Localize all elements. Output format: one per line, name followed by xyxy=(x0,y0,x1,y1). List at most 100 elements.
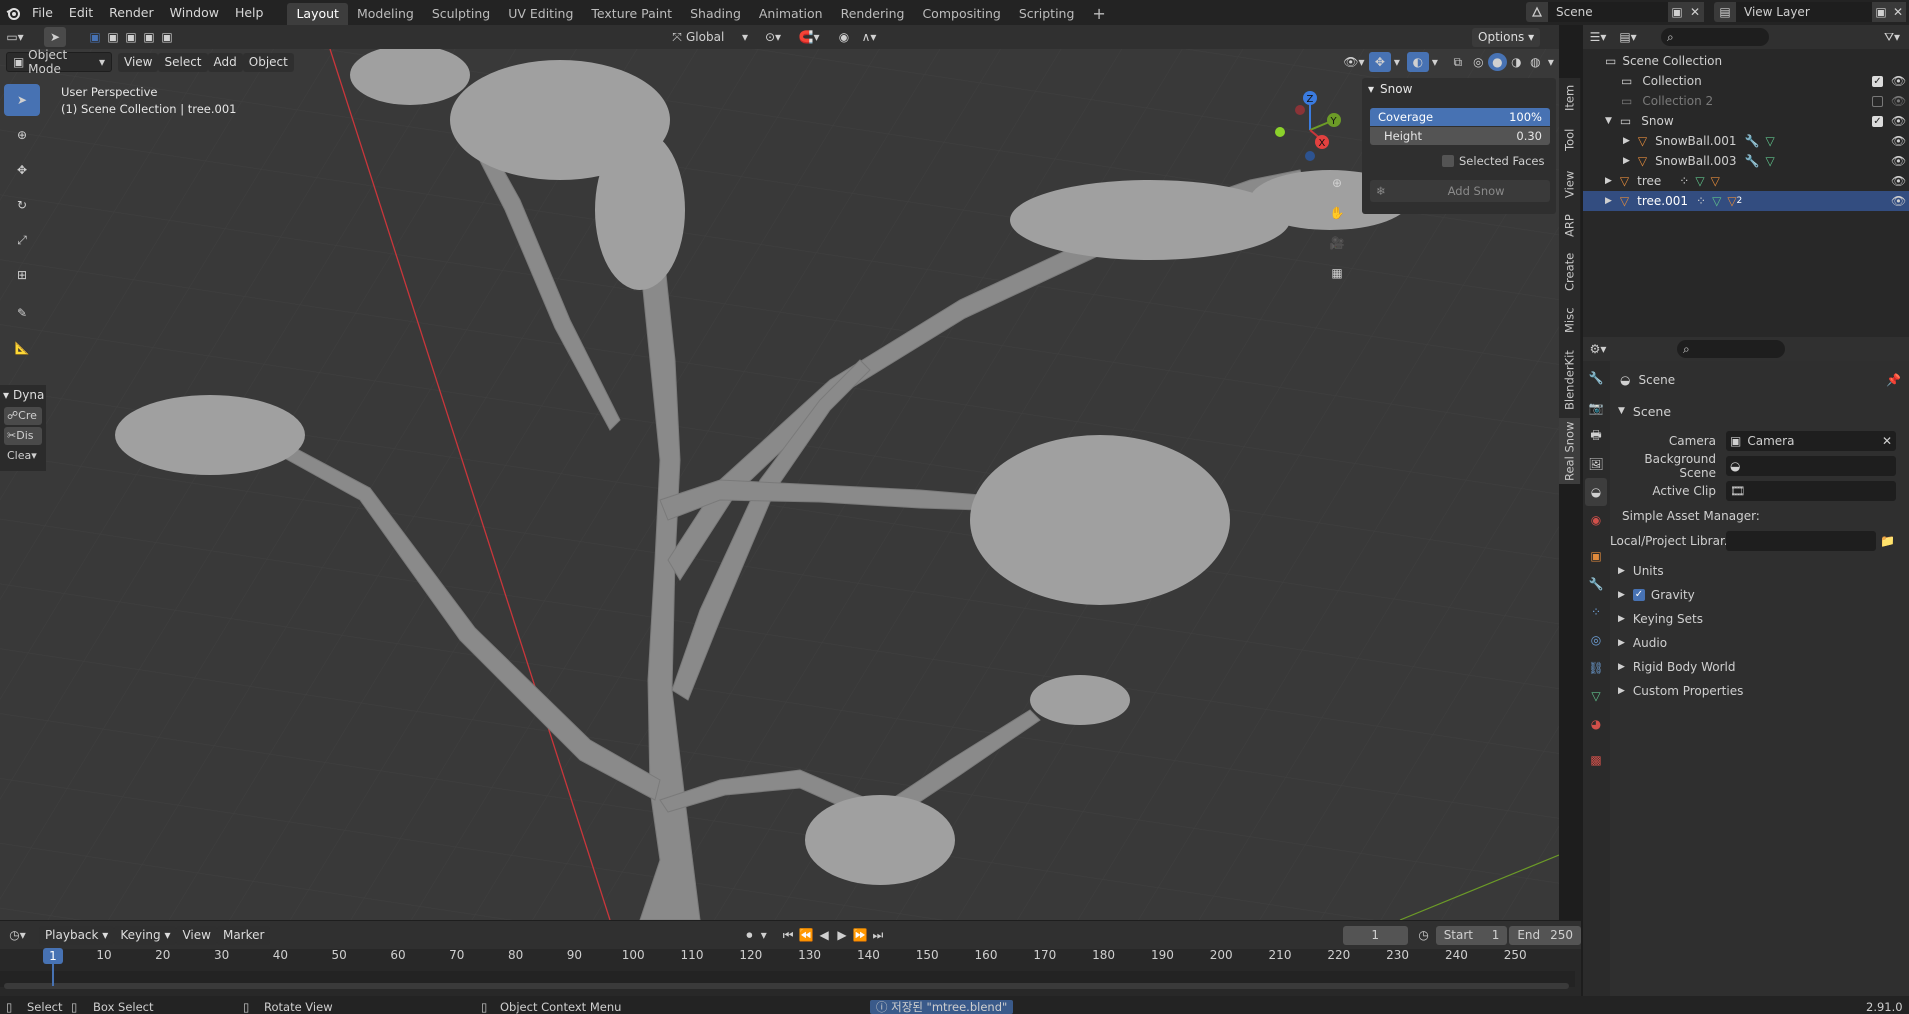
tool-props-icon[interactable]: 🔧 xyxy=(1585,366,1607,390)
collection-eye-icon[interactable]: 👁 xyxy=(1891,74,1906,88)
expand-icon[interactable]: ▶ xyxy=(1623,136,1630,146)
rendered-shading-icon[interactable]: ◍ xyxy=(1526,55,1545,69)
scene-name-field[interactable]: Scene xyxy=(1548,2,1668,22)
render-props-icon[interactable]: 📷 xyxy=(1585,394,1607,422)
expand-icon[interactable]: ▼ xyxy=(1605,116,1612,126)
menu-edit[interactable]: Edit xyxy=(61,0,101,25)
transform-tool-icon[interactable]: ⊞ xyxy=(4,259,40,291)
overlay-chevron-icon[interactable]: ▾ xyxy=(1429,55,1441,69)
menu-window[interactable]: Window xyxy=(162,0,227,25)
editor-type-icon[interactable]: ▭▾ xyxy=(0,30,30,44)
object-data-icon[interactable]: ▽ xyxy=(1727,194,1736,208)
particles-props-icon[interactable]: ⁘ xyxy=(1585,598,1607,626)
timeline-view-menu[interactable]: View xyxy=(176,925,217,945)
blender-logo-icon[interactable] xyxy=(2,6,24,20)
height-field[interactable]: Height 0.30 xyxy=(1370,127,1550,145)
custom-properties-section-header[interactable]: ▶ Custom Properties xyxy=(1610,680,1909,702)
world-props-icon[interactable]: ◉ xyxy=(1585,506,1607,534)
keying-menu[interactable]: Keying ▾ xyxy=(114,925,177,945)
options-dropdown[interactable]: Options ▾ xyxy=(1472,27,1541,47)
tree-001-eye-icon[interactable]: 👁 xyxy=(1891,194,1906,208)
navigation-gizmo[interactable]: Z Y X xyxy=(1270,90,1350,170)
units-section-header[interactable]: ▶ Units xyxy=(1610,560,1909,582)
mesh-data-icon[interactable]: ▽ xyxy=(1765,154,1774,168)
cursor-tool-icon[interactable]: ⊕ xyxy=(4,119,40,151)
falloff-icon[interactable]: ∧▾ xyxy=(856,30,882,44)
sidebar-tab-create[interactable]: Create xyxy=(1559,246,1581,298)
viewport-menu-add[interactable]: Add xyxy=(207,52,243,72)
tab-layout[interactable]: Layout xyxy=(287,3,348,25)
viewport-menu-view[interactable]: View xyxy=(118,52,159,72)
object-data-icon[interactable]: ▽ xyxy=(1711,174,1720,188)
view-layer-field[interactable]: View Layer xyxy=(1736,2,1872,22)
record-icon[interactable]: ⏺ xyxy=(740,928,758,943)
new-view-layer-icon[interactable]: ▣ xyxy=(1872,2,1890,22)
outliner-editor-icon[interactable]: ☰▾ xyxy=(1583,30,1613,44)
record-chevron-icon[interactable]: ▾ xyxy=(758,928,769,942)
end-frame-field[interactable]: End 250 xyxy=(1509,925,1581,945)
outliner-search-input[interactable]: ⌕ xyxy=(1661,28,1769,46)
snow-exclude-checkbox[interactable]: ✓ xyxy=(1872,115,1883,127)
select-mode-subtract-icon[interactable]: ▣ xyxy=(122,30,140,44)
timeline-scrollbar[interactable] xyxy=(4,983,1569,989)
playback-menu[interactable]: Playback ▾ xyxy=(38,925,115,945)
viewport-menu-select[interactable]: Select xyxy=(158,52,208,72)
section-expand-icon[interactable]: ▶ xyxy=(1618,686,1625,696)
scene-selector[interactable]: Scene ▣ ✕ xyxy=(1526,2,1706,22)
current-frame-indicator[interactable]: 1 xyxy=(43,948,63,964)
clock-icon[interactable]: ◷ xyxy=(1416,928,1432,942)
tab-compositing[interactable]: Compositing xyxy=(913,3,1009,25)
viewport-menu-object[interactable]: Object xyxy=(242,52,294,72)
operator-dis-button[interactable]: ✂Dis xyxy=(4,427,42,445)
ortho-grid-icon[interactable]: ▦ xyxy=(1326,262,1348,284)
outliner-item-snowball-001[interactable]: ▶ ▽ SnowBall.001 🔧 ▽ 👁 xyxy=(1583,131,1909,151)
view-layer-props-icon[interactable]: 🖼 xyxy=(1585,450,1607,478)
outliner-item-tree[interactable]: ▶ ▽ tree ⁘ ▽ ▽ 👁 xyxy=(1583,171,1909,191)
outliner-item-snowball-003[interactable]: ▶ ▽ SnowBall.003 🔧 ▽ 👁 xyxy=(1583,151,1909,171)
mesh-data-icon[interactable]: ▽ xyxy=(1765,134,1774,148)
jump-key-forward-icon[interactable]: ⏩ xyxy=(851,928,869,942)
select-mode-extend-icon[interactable]: ▣ xyxy=(104,30,122,44)
scale-tool-icon[interactable]: ⤢ xyxy=(4,224,40,256)
expand-icon[interactable]: ▶ xyxy=(1623,156,1630,166)
annotate-tool-icon[interactable]: ✎ xyxy=(4,297,40,329)
play-icon[interactable]: ▶ xyxy=(833,928,851,942)
section-expand-icon[interactable]: ▶ xyxy=(1618,662,1625,672)
tab-animation[interactable]: Animation xyxy=(750,3,832,25)
tab-texture-paint[interactable]: Texture Paint xyxy=(582,3,681,25)
snow-eye-icon[interactable]: 👁 xyxy=(1891,114,1906,128)
operator-create-button[interactable]: ☍Cre xyxy=(4,407,42,425)
collection-exclude-checkbox[interactable]: ✓ xyxy=(1872,75,1883,87)
transform-orientation-dropdown[interactable]: Global xyxy=(686,30,738,44)
active-clip-field[interactable]: 🎞 xyxy=(1726,481,1896,501)
section-expand-icon[interactable]: ▶ xyxy=(1618,638,1625,648)
view-layer-selector[interactable]: ▤ View Layer ▣ ✕ xyxy=(1714,2,1906,22)
jump-end-icon[interactable]: ⏭ xyxy=(869,928,887,943)
sidebar-tab-real-snow[interactable]: Real Snow xyxy=(1559,418,1581,484)
jump-start-icon[interactable]: ⏮ xyxy=(779,928,797,943)
select-mode-new-icon[interactable]: ▣ xyxy=(86,30,104,44)
chevron-down-icon[interactable]: ▾ xyxy=(738,30,752,44)
play-reverse-icon[interactable]: ◀ xyxy=(815,928,833,942)
new-scene-icon[interactable]: ▣ xyxy=(1668,2,1686,22)
output-props-icon[interactable]: 🖶 xyxy=(1585,422,1607,450)
start-frame-field[interactable]: Start 1 xyxy=(1435,925,1508,945)
local-library-field[interactable] xyxy=(1726,531,1876,551)
sidebar-tab-arp[interactable]: ARP xyxy=(1559,206,1581,246)
sidebar-tab-view[interactable]: View xyxy=(1559,162,1581,206)
constraint-props-icon[interactable]: ⛓ xyxy=(1585,654,1607,682)
shading-chevron-icon[interactable]: ▾ xyxy=(1545,55,1557,69)
texture-props-icon[interactable]: ▩ xyxy=(1585,746,1607,774)
tab-sculpting[interactable]: Sculpting xyxy=(423,3,499,25)
operator-clear-dropdown[interactable]: Clea▾ xyxy=(4,447,42,465)
menu-file[interactable]: File xyxy=(24,0,61,25)
outliner-item-collection[interactable]: ▭ Collection ✓ 👁 xyxy=(1583,71,1909,91)
marker-menu[interactable]: Marker xyxy=(216,925,271,945)
snap-icon[interactable]: 🧲▾ xyxy=(792,30,826,44)
section-expand-icon[interactable]: ▶ xyxy=(1618,566,1625,576)
select-mode-intersect-icon[interactable]: ▣ xyxy=(158,30,176,44)
pin-icon[interactable]: 📌 xyxy=(1886,373,1901,387)
gravity-section-header[interactable]: ▶ ✓ Gravity xyxy=(1610,584,1909,606)
pan-hand-icon[interactable]: ✋ xyxy=(1326,202,1348,224)
outliner-item-snow[interactable]: ▼ ▭ Snow ✓ 👁 xyxy=(1583,111,1909,131)
